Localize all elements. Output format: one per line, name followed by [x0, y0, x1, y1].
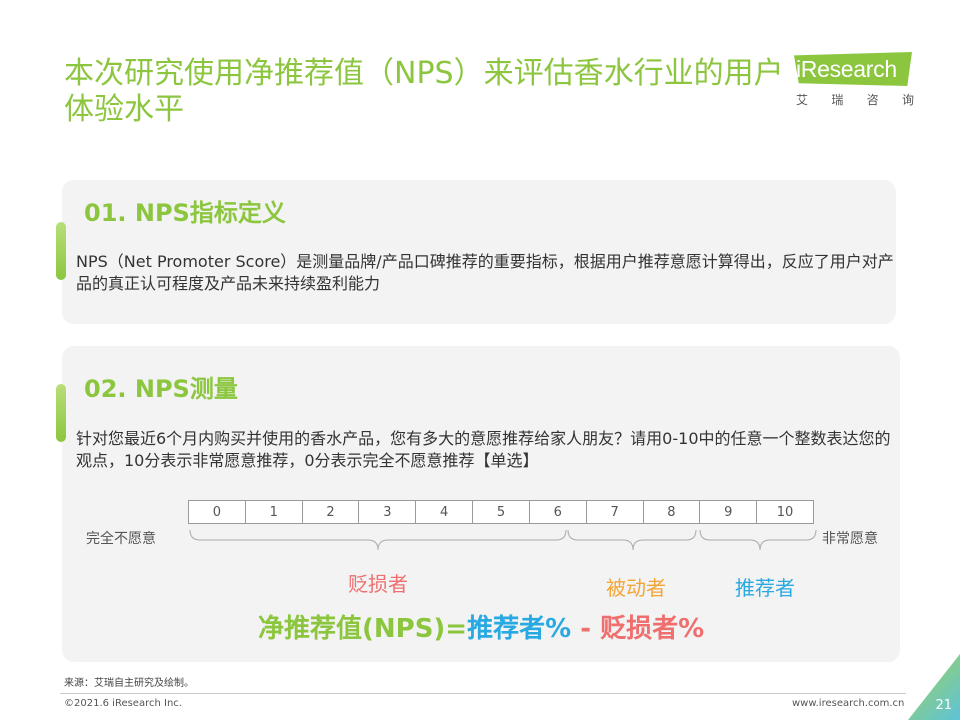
scale-cell: 9 — [700, 501, 758, 523]
scale-cell: 3 — [359, 501, 417, 523]
scale-cell: 6 — [530, 501, 587, 523]
definition-text: NPS（Net Promoter Score）是测量品牌/产品口碑推荐的重要指标… — [76, 252, 894, 293]
footer-divider — [60, 693, 906, 694]
detractor-brace — [189, 529, 567, 551]
scale-cell: 5 — [473, 501, 530, 523]
website-link[interactable]: www.iresearch.com.cn — [792, 697, 904, 711]
scale-cell: 7 — [587, 501, 644, 523]
scale-cell: 0 — [189, 501, 246, 523]
logo-subtitle-char: 瑞 — [831, 93, 844, 107]
logo-wordmark: iResearch — [796, 56, 897, 82]
category-passives: 被动者 — [606, 576, 666, 600]
section-accent-bar — [56, 384, 66, 442]
logo-subtitle-char: 询 — [901, 93, 914, 107]
page-corner: 21 — [908, 654, 960, 720]
iresearch-logo: iResearch 艾 瑞 咨 询 — [794, 52, 914, 112]
formula-minus: - — [571, 614, 601, 644]
measurement-heading: 02. NPS测量 — [84, 375, 238, 403]
corner-triangle — [908, 654, 960, 720]
scale-cell: 4 — [416, 501, 474, 523]
scale-cell: 2 — [303, 501, 360, 523]
logo-subtitle-char: 咨 — [866, 93, 879, 107]
formula-detractors: 贬损者% — [600, 614, 705, 644]
nps-formula: 净推荐值(NPS)=推荐者% - 贬损者% — [258, 612, 704, 646]
category-promoters: 推荐者 — [735, 576, 795, 600]
promoter-brace — [699, 529, 817, 551]
category-braces — [189, 529, 817, 551]
definition-heading: 01. NPS指标定义 — [84, 199, 286, 227]
scale-cell: 10 — [776, 504, 794, 520]
category-detractors: 贬损者 — [348, 572, 408, 596]
scale-label-right: 非常愿意 — [822, 531, 878, 547]
scale-cell: 8 — [644, 501, 701, 523]
formula-lhs: 净推荐值(NPS)= — [258, 614, 468, 644]
passive-brace — [567, 529, 697, 551]
scale-cell: 1 — [246, 501, 303, 523]
page-number: 21 — [935, 698, 952, 713]
page-title: 本次研究使用净推荐值（NPS）来评估香水行业的用户体验水平 — [64, 56, 784, 127]
scale-label-left: 完全不愿意 — [86, 531, 156, 547]
source-note: 来源：艾瑞自主研究及绘制。 — [64, 678, 194, 689]
rating-scale: 0 1 2 3 4 5 6 7 8 9 10 — [188, 500, 814, 524]
copyright-text: ©2021.6 iResearch Inc. — [64, 698, 182, 709]
formula-promoters: 推荐者% — [467, 614, 572, 644]
section-accent-bar — [56, 222, 66, 280]
survey-question: 针对您最近6个月内购买并使用的香水产品，您有多大的意愿推荐给家人朋友？请用0-1… — [76, 429, 891, 470]
logo-subtitle-char: 艾 — [796, 93, 809, 107]
logo-subtitle: 艾 瑞 咨 询 — [796, 92, 914, 108]
